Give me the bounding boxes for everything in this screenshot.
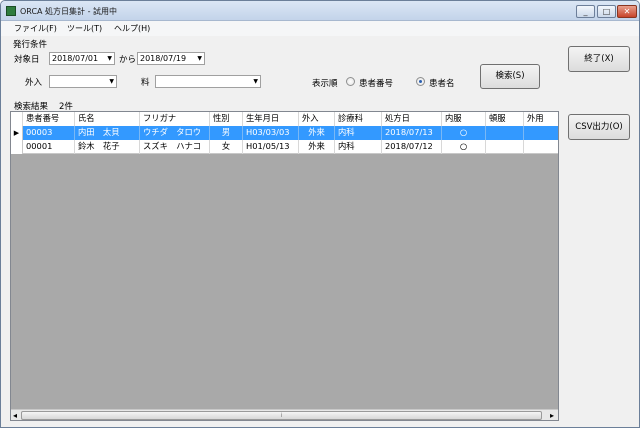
cell-patient-no: 00001 bbox=[23, 140, 75, 154]
horizontal-scrollbar[interactable]: ◂ ⁞ ▸ bbox=[11, 409, 558, 420]
cell-external bbox=[524, 126, 558, 140]
column-header[interactable]: 患者番号 bbox=[23, 112, 75, 126]
menu-help[interactable]: ヘルプ(H) bbox=[114, 23, 150, 34]
chevron-down-icon: ▼ bbox=[253, 78, 258, 85]
cell-name: 鈴木 花子 bbox=[75, 140, 140, 154]
cell-dept: 内科 bbox=[335, 126, 382, 140]
app-window: ORCA 処方日集計 - 試用中 _ □ ✕ ファイル(F) ツール(T) ヘル… bbox=[0, 0, 640, 428]
cell-kana: スズキ ハナコ bbox=[140, 140, 210, 154]
column-header[interactable]: フリガナ bbox=[140, 112, 210, 126]
table-row[interactable]: 00001 鈴木 花子 スズキ ハナコ 女 H01/05/13 外来 内科 20… bbox=[11, 140, 558, 154]
dept-label: 料 bbox=[141, 78, 150, 88]
date-to-value: 2018/07/19 bbox=[140, 54, 187, 63]
csv-export-button[interactable]: CSV出力(O) bbox=[568, 114, 630, 140]
grip-icon: ⁞ bbox=[280, 412, 283, 419]
chevron-down-icon: ▼ bbox=[109, 78, 114, 85]
date-label: 対象日 bbox=[14, 55, 40, 65]
conditions-group-label: 発行条件 bbox=[13, 40, 48, 50]
inout-select[interactable]: ▼ bbox=[49, 75, 117, 88]
window-title: ORCA 処方日集計 - 試用中 bbox=[20, 7, 118, 16]
cell-sex: 男 bbox=[210, 126, 243, 140]
maximize-button[interactable]: □ bbox=[597, 5, 616, 18]
date-from-picker[interactable]: 2018/07/01 ▼ bbox=[49, 52, 115, 65]
app-icon bbox=[6, 6, 16, 16]
cell-oral: ○ bbox=[442, 140, 486, 154]
cell-inout: 外来 bbox=[299, 126, 335, 140]
column-header[interactable]: 生年月日 bbox=[243, 112, 299, 126]
menu-tools[interactable]: ツール(T) bbox=[67, 23, 102, 34]
scroll-thumb[interactable]: ⁞ bbox=[21, 411, 542, 420]
search-button[interactable]: 検索(S) bbox=[480, 64, 540, 89]
cell-prn bbox=[486, 126, 524, 140]
column-header[interactable]: 性別 bbox=[210, 112, 243, 126]
chevron-down-icon: ▼ bbox=[197, 55, 202, 62]
sort-option-patient-name[interactable]: 患者名 bbox=[429, 77, 455, 89]
scroll-left-icon[interactable]: ◂ bbox=[13, 410, 17, 420]
dept-select[interactable]: ▼ bbox=[155, 75, 261, 88]
date-separator: から bbox=[119, 55, 137, 65]
row-selector-arrow-icon: ▶ bbox=[11, 126, 23, 140]
scroll-right-icon[interactable]: ▸ bbox=[550, 410, 554, 420]
cell-inout: 外来 bbox=[299, 140, 335, 154]
row-header-corner bbox=[11, 112, 23, 126]
close-button[interactable]: ✕ bbox=[617, 5, 637, 18]
menu-bar: ファイル(F) ツール(T) ヘルプ(H) bbox=[1, 21, 639, 36]
cell-patient-no: 00003 bbox=[23, 126, 75, 140]
minimize-button[interactable]: _ bbox=[576, 5, 595, 18]
row-header bbox=[11, 140, 23, 154]
sort-option-patient-no[interactable]: 患者番号 bbox=[359, 77, 393, 89]
cell-rx-date: 2018/07/12 bbox=[382, 140, 442, 154]
results-grid[interactable]: 患者番号 氏名 フリガナ 性別 生年月日 外入 診療科 処方日 内服 頓服 外用… bbox=[10, 111, 559, 421]
sort-radio-patient-no[interactable] bbox=[346, 77, 355, 86]
column-header[interactable]: 内服 bbox=[442, 112, 486, 126]
column-header[interactable]: 処方日 bbox=[382, 112, 442, 126]
cell-oral: ○ bbox=[442, 126, 486, 140]
cell-kana: ウチダ タロウ bbox=[140, 126, 210, 140]
column-header[interactable]: 頓服 bbox=[486, 112, 524, 126]
menu-file[interactable]: ファイル(F) bbox=[14, 23, 57, 34]
chevron-down-icon: ▼ bbox=[107, 55, 112, 62]
cell-sex: 女 bbox=[210, 140, 243, 154]
exit-button[interactable]: 終了(X) bbox=[568, 46, 630, 72]
cell-external bbox=[524, 140, 558, 154]
date-to-picker[interactable]: 2018/07/19 ▼ bbox=[137, 52, 205, 65]
cell-prn bbox=[486, 140, 524, 154]
column-header[interactable]: 診療科 bbox=[335, 112, 382, 126]
title-bar[interactable]: ORCA 処方日集計 - 試用中 _ □ ✕ bbox=[1, 1, 639, 21]
cell-birthdate: H01/05/13 bbox=[243, 140, 299, 154]
date-from-value: 2018/07/01 bbox=[52, 54, 99, 63]
inout-label: 外入 bbox=[25, 78, 43, 88]
column-header[interactable]: 外用 bbox=[524, 112, 558, 126]
column-header[interactable]: 氏名 bbox=[75, 112, 140, 126]
table-row[interactable]: ▶ 00003 内田 太貝 ウチダ タロウ 男 H03/03/03 外来 内科 … bbox=[11, 126, 558, 140]
cell-rx-date: 2018/07/13 bbox=[382, 126, 442, 140]
sort-radio-patient-name[interactable] bbox=[416, 77, 425, 86]
column-header[interactable]: 外入 bbox=[299, 112, 335, 126]
grid-header: 患者番号 氏名 フリガナ 性別 生年月日 外入 診療科 処方日 内服 頓服 外用 bbox=[11, 112, 558, 126]
sort-label: 表示順 bbox=[312, 79, 338, 89]
cell-name: 内田 太貝 bbox=[75, 126, 140, 140]
cell-dept: 内科 bbox=[335, 140, 382, 154]
cell-birthdate: H03/03/03 bbox=[243, 126, 299, 140]
